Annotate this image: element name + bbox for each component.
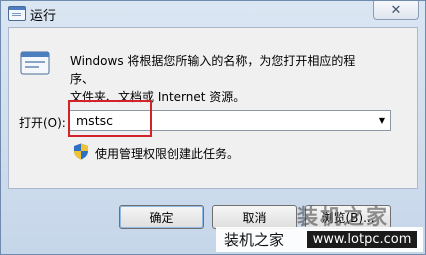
admin-note-text: 使用管理权限创建此任务。 [95,147,240,161]
watermark-bar: 装机之家 www.lotpc.com [216,227,423,252]
run-app-icon [8,6,26,21]
uac-shield-icon [74,143,88,160]
dropdown-arrow-icon[interactable]: ▼ [374,111,390,130]
cancel-button[interactable]: 取消 [212,205,297,229]
window-title: 运行 [30,9,57,24]
close-button[interactable]: ✕ [373,1,419,20]
open-label: 打开(O): [19,116,66,130]
watermark-url: www.lotpc.com [307,231,417,248]
title-bar: 运行 ✕ [1,1,425,27]
dialog-body: Windows 将根据您所输入的名称，为您打开相应的程序、 文件夹、文档或 In… [8,27,418,189]
description-line-1: Windows 将根据您所输入的名称，为您打开相应的程序、 [70,54,356,86]
run-window-icon [20,51,50,75]
red-highlight-box [68,100,152,137]
dialog-description: Windows 将根据您所输入的名称，为您打开相应的程序、 文件夹、文档或 In… [70,52,370,106]
watermark-brand: 装机之家 [224,231,285,249]
run-dialog: 运行 ✕ Windows 将根据您所输入的名称，为您打开相应的程序、 文件夹、文… [0,0,426,255]
ok-button[interactable]: 确定 [119,205,204,229]
close-icon: ✕ [390,2,402,18]
